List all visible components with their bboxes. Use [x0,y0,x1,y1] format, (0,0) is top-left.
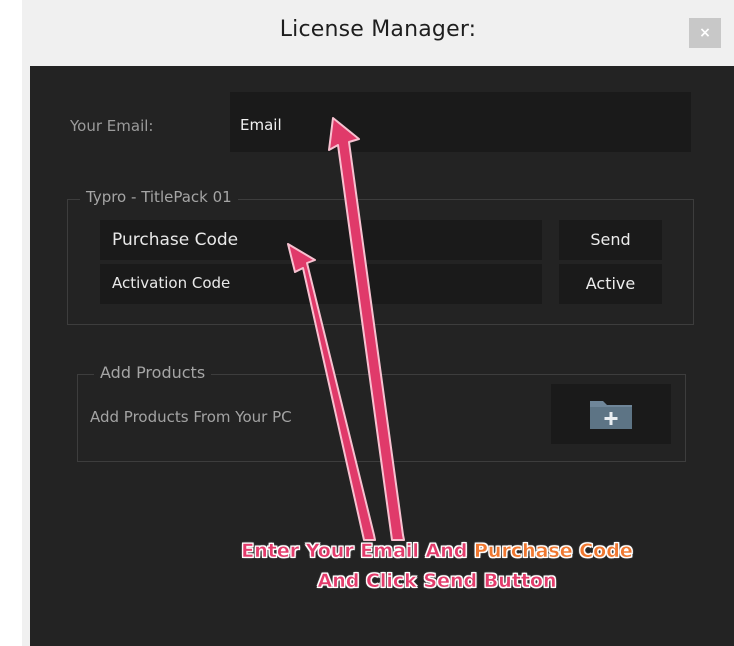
license-group-legend: Typro - TitlePack 01 [80,188,238,206]
products-group-legend: Add Products [94,363,212,382]
purchase-code-field[interactable]: Purchase Code [100,220,542,260]
add-products-button[interactable] [551,384,671,444]
email-label: Your Email: [70,117,154,135]
email-field[interactable]: Email [230,92,691,152]
title-bar: License Manager: × [22,0,734,66]
add-products-text: Add Products From Your PC [90,408,292,426]
license-group [67,199,694,325]
license-manager-window: License Manager: × Your Email: Email Typ… [22,0,734,646]
close-icon: × [699,25,711,41]
window-title: License Manager: [279,17,477,42]
license-panel: Your Email: Email Typro - TitlePack 01 P… [30,66,734,646]
activation-code-field[interactable]: Activation Code [100,264,542,304]
close-button[interactable]: × [689,18,721,48]
folder-add-icon [590,401,632,429]
active-button[interactable]: Active [559,264,662,304]
send-button[interactable]: Send [559,220,662,260]
